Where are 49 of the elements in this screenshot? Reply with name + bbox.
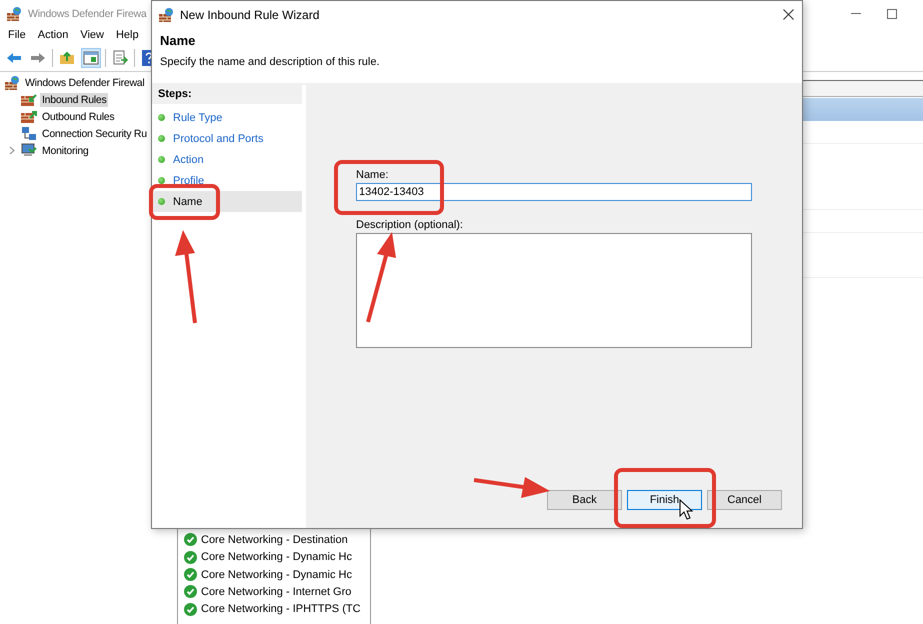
- firewall-icon: [158, 6, 174, 22]
- check-icon: [184, 533, 197, 546]
- tree-item[interactable]: Outbound Rules: [40, 110, 116, 124]
- dialog-button[interactable]: Cancel: [707, 490, 782, 510]
- step-item[interactable]: Action: [152, 149, 302, 170]
- check-icon: [184, 602, 197, 616]
- check-icon: [184, 568, 197, 582]
- page-heading: Name: [160, 33, 196, 48]
- highlight-frame: [149, 184, 220, 220]
- monitor-icon: [21, 143, 37, 158]
- name-label: Name:: [356, 169, 390, 181]
- name-field[interactable]: 13402-13403: [356, 183, 752, 201]
- dialog-button[interactable]: Back: [547, 490, 622, 510]
- tree-item[interactable]: Monitoring: [40, 144, 91, 158]
- description-field[interactable]: [356, 233, 752, 348]
- maximize-icon[interactable]: [887, 8, 897, 18]
- step-item[interactable]: Profile: [152, 170, 302, 191]
- steps-header: Steps:: [158, 88, 192, 100]
- rule-name[interactable]: Core Networking - Internet Gro: [201, 586, 352, 598]
- tree-item[interactable]: Inbound Rules: [40, 92, 108, 106]
- rule-name[interactable]: Core Networking - Destination: [201, 534, 348, 546]
- step-item[interactable]: Rule Type: [152, 107, 302, 128]
- tree-item[interactable]: Connection Security Ru: [40, 126, 149, 140]
- firewall-icon: [4, 74, 20, 90]
- cursor-icon: [680, 498, 694, 520]
- close-icon[interactable]: [783, 9, 794, 20]
- step-item[interactable]: Protocol and Ports: [152, 128, 302, 149]
- rule-name[interactable]: Core Networking - Dynamic Hc: [201, 551, 352, 564]
- console-tree-icon[interactable]: [81, 48, 101, 68]
- dialog-button[interactable]: Finish: [627, 490, 702, 510]
- page-description: Specify the name and description of this rule.: [160, 56, 381, 68]
- check-icon: [184, 550, 197, 564]
- menu-item[interactable]: Help: [110, 27, 145, 45]
- menu-item[interactable]: View: [74, 27, 110, 45]
- computers-icon: [21, 126, 37, 141]
- step-item[interactable]: Name: [152, 191, 302, 212]
- dialog-title: New Inbound Rule Wizard: [180, 8, 320, 22]
- menu-item[interactable]: Action: [32, 27, 74, 45]
- description-label: Description (optional):: [356, 219, 464, 231]
- tree-item[interactable]: Windows Defender Firewal: [23, 76, 146, 90]
- rules-icon: [21, 110, 37, 124]
- rule-name[interactable]: Core Networking - IPHTTPS (TC: [201, 603, 361, 616]
- firewall-icon: [6, 6, 22, 22]
- rule-name[interactable]: Core Networking - Dynamic Hc: [201, 568, 352, 581]
- check-icon: [184, 585, 197, 598]
- rules-icon: [21, 92, 37, 106]
- chevron-icon[interactable]: [9, 146, 15, 155]
- menu-item[interactable]: File: [2, 27, 32, 45]
- window-title: Windows Defender Firewa: [28, 8, 147, 20]
